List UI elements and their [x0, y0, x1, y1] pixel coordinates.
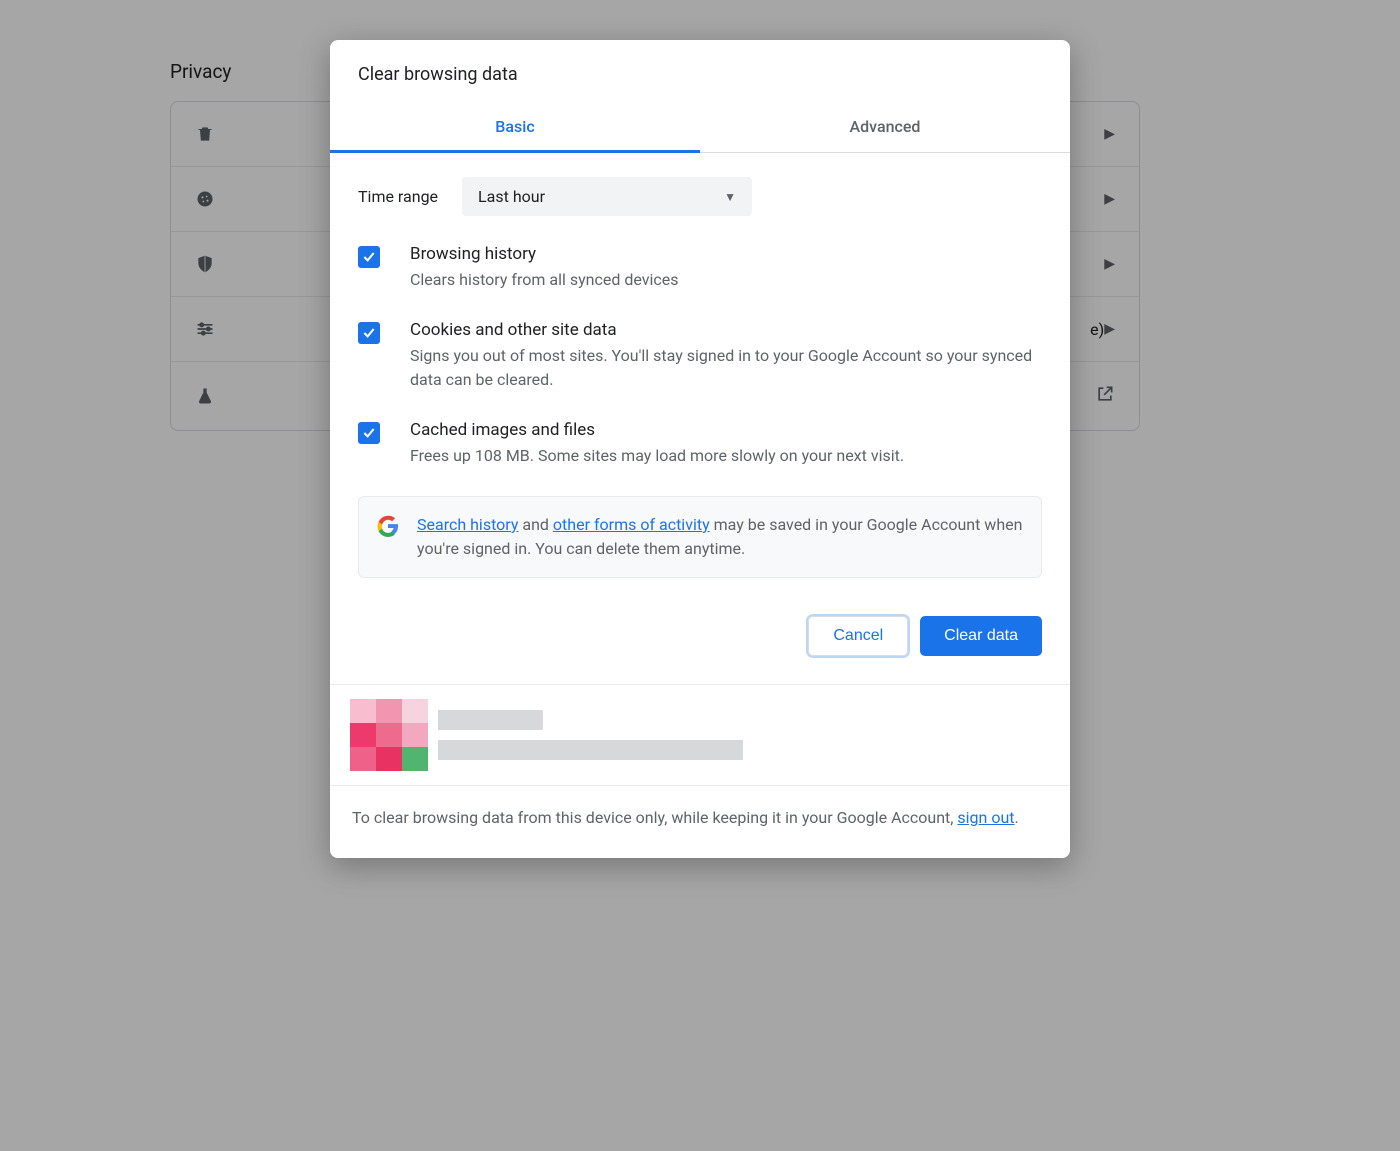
checkbox-cache[interactable]: [358, 422, 380, 444]
check-item-cookies: Cookies and other site data Signs you ou…: [358, 320, 1042, 392]
check-desc: Frees up 108 MB. Some sites may load mor…: [410, 444, 1042, 468]
time-range-select[interactable]: Last hour ▼: [462, 177, 752, 216]
check-desc: Signs you out of most sites. You'll stay…: [410, 344, 1042, 392]
checkbox-cookies[interactable]: [358, 322, 380, 344]
dialog-body: Time range Last hour ▼ Browsing history …: [330, 153, 1070, 588]
dialog-actions: Cancel Clear data: [330, 588, 1070, 684]
cancel-button[interactable]: Cancel: [808, 616, 908, 656]
profile-row: [330, 685, 1070, 786]
check-title: Cached images and files: [410, 420, 1042, 440]
redacted-bar: [438, 710, 543, 730]
sign-out-link[interactable]: sign out: [957, 808, 1014, 827]
check-title: Browsing history: [410, 244, 1042, 264]
time-range-value: Last hour: [478, 187, 545, 206]
time-range-row: Time range Last hour ▼: [358, 177, 1042, 216]
search-history-link[interactable]: Search history: [417, 515, 518, 534]
modal-overlay: Clear browsing data Basic Advanced Time …: [0, 0, 1400, 1151]
avatar-pixelated: [350, 699, 428, 771]
check-item-browsing-history: Browsing history Clears history from all…: [358, 244, 1042, 292]
google-account-info: Search history and other forms of activi…: [358, 496, 1042, 578]
clear-data-button[interactable]: Clear data: [920, 616, 1042, 656]
other-activity-link[interactable]: other forms of activity: [553, 515, 710, 534]
caret-down-icon: ▼: [724, 190, 736, 204]
google-logo-icon: [377, 515, 399, 537]
profile-redacted-lines: [438, 710, 743, 760]
checkbox-browsing-history[interactable]: [358, 246, 380, 268]
time-range-label: Time range: [358, 187, 438, 206]
dialog-tabs: Basic Advanced: [330, 103, 1070, 153]
info-text: Search history and other forms of activi…: [417, 513, 1023, 561]
dialog-footer: To clear browsing data from this device …: [330, 684, 1070, 858]
tab-advanced[interactable]: Advanced: [700, 103, 1070, 152]
footer-note: To clear browsing data from this device …: [330, 786, 1070, 858]
check-title: Cookies and other site data: [410, 320, 1042, 340]
check-desc: Clears history from all synced devices: [410, 268, 1042, 292]
dialog-title: Clear browsing data: [330, 40, 1070, 103]
redacted-bar: [438, 740, 743, 760]
tab-basic[interactable]: Basic: [330, 103, 700, 153]
clear-browsing-data-dialog: Clear browsing data Basic Advanced Time …: [330, 40, 1070, 858]
check-item-cache: Cached images and files Frees up 108 MB.…: [358, 420, 1042, 468]
